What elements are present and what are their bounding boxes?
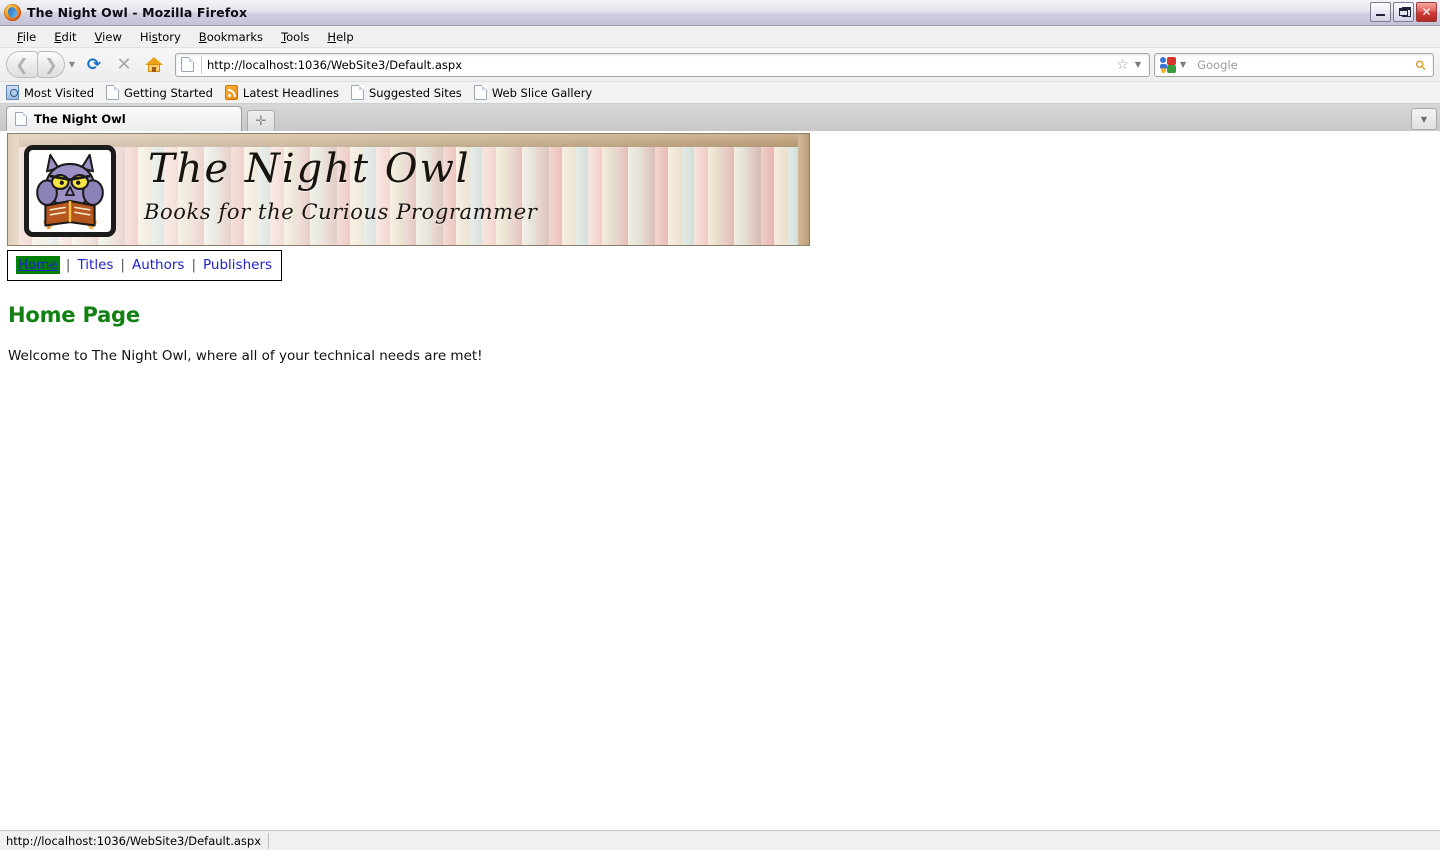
menu-bar: File Edit View History Bookmarks Tools H… [0, 26, 1440, 48]
bookmark-web-slice-gallery[interactable]: Web Slice Gallery [473, 85, 593, 100]
tab-favicon-icon [15, 112, 27, 126]
google-logo-icon [1160, 56, 1176, 73]
rss-feed-icon [224, 85, 238, 100]
nav-link-home[interactable]: Home [16, 256, 60, 274]
bookmark-label: Latest Headlines [242, 85, 339, 100]
back-button[interactable]: ❮ [6, 51, 38, 78]
home-button[interactable] [140, 51, 168, 79]
menu-history[interactable]: History [131, 28, 190, 46]
tab-bar: The Night Owl ✛ ▼ [0, 104, 1440, 131]
bookmark-label: Suggested Sites [368, 85, 462, 100]
page-icon [473, 85, 487, 100]
nav-separator: | [120, 257, 125, 273]
address-dropdown-icon[interactable]: ▼ [1133, 60, 1146, 69]
tab-label: The Night Owl [34, 112, 126, 126]
nav-separator: | [65, 257, 71, 273]
site-banner: The Night Owl Books for the Curious Prog… [7, 133, 810, 246]
menu-tools[interactable]: Tools [272, 28, 318, 46]
back-forward-group: ❮ ❯ ▼ [6, 51, 79, 78]
firefox-logo-icon [4, 3, 22, 22]
bookmark-label: Most Visited [24, 85, 94, 100]
page-welcome-text: Welcome to The Night Owl, where all of y… [8, 347, 483, 364]
owl-reading-book-logo [24, 145, 116, 237]
stop-button[interactable]: ✕ [110, 51, 138, 79]
forward-button[interactable]: ❯ [37, 51, 65, 78]
window-title: The Night Owl - Mozilla Firefox [27, 5, 248, 20]
menu-view[interactable]: View [86, 28, 131, 46]
minimize-button[interactable] [1370, 2, 1391, 22]
bookmark-label: Getting Started [124, 85, 213, 100]
bookmark-star-icon[interactable]: ☆ [1112, 57, 1133, 73]
menu-help[interactable]: Help [318, 28, 362, 46]
page-icon [350, 85, 364, 100]
reload-icon: ⟳ [86, 54, 102, 75]
menu-bookmarks[interactable]: Bookmarks [190, 28, 272, 46]
nav-separator: | [191, 257, 197, 273]
new-tab-button[interactable]: ✛ [247, 110, 275, 131]
search-input[interactable]: Google [1191, 58, 1416, 72]
address-bar[interactable]: http://localhost:1036/WebSite3/Default.a… [175, 52, 1150, 77]
restore-button[interactable] [1393, 2, 1414, 22]
tab-the-night-owl[interactable]: The Night Owl [6, 106, 242, 131]
menu-file[interactable]: File [8, 28, 45, 46]
banner-title: The Night Owl [148, 146, 471, 192]
close-button[interactable]: ✕ [1416, 2, 1437, 22]
site-identity-icon [181, 57, 194, 72]
history-dropdown-icon[interactable]: ▼ [65, 51, 79, 78]
navigation-toolbar: ❮ ❯ ▼ ⟳ ✕ http://localhost:1036/WebSite3… [0, 48, 1440, 82]
search-bar[interactable]: ▼ Google ⚲ [1154, 52, 1434, 77]
tab-list-dropdown-button[interactable]: ▼ [1411, 108, 1437, 130]
reload-button[interactable]: ⟳ [80, 51, 108, 79]
home-icon [145, 56, 163, 73]
nav-link-authors[interactable]: Authors [131, 257, 185, 273]
site-navigation: Home | Titles | Authors | Publishers [7, 250, 283, 281]
bookmark-latest-headlines[interactable]: Latest Headlines [224, 85, 339, 100]
divider [201, 55, 202, 74]
status-bar-url: http://localhost:1036/WebSite3/Default.a… [0, 832, 270, 849]
bookmarks-toolbar: Most Visited Getting Started Latest Head… [0, 82, 1440, 104]
banner-subtitle: Books for the Curious Programmer [144, 200, 538, 224]
page-title: Home Page [8, 303, 140, 328]
page-icon [106, 85, 119, 100]
nav-link-publishers[interactable]: Publishers [202, 257, 273, 273]
search-engine-dropdown-icon[interactable]: ▼ [1178, 60, 1191, 69]
window-title-bar: The Night Owl - Mozilla Firefox ✕ [0, 0, 1440, 26]
menu-edit[interactable]: Edit [45, 28, 85, 46]
bookmark-suggested-sites[interactable]: Suggested Sites [350, 85, 462, 100]
window-controls: ✕ [1370, 2, 1437, 22]
url-text[interactable]: http://localhost:1036/WebSite3/Default.a… [207, 58, 1112, 72]
most-visited-icon [6, 85, 19, 100]
bookmark-most-visited[interactable]: Most Visited [6, 85, 94, 100]
status-bar: http://localhost:1036/WebSite3/Default.a… [0, 830, 1440, 850]
stop-icon: ✕ [116, 54, 132, 75]
nav-link-titles[interactable]: Titles [76, 257, 114, 273]
bookmark-getting-started[interactable]: Getting Started [106, 85, 213, 100]
page-viewport: The Night Owl Books for the Curious Prog… [0, 131, 1440, 850]
bookmark-label: Web Slice Gallery [491, 85, 593, 100]
